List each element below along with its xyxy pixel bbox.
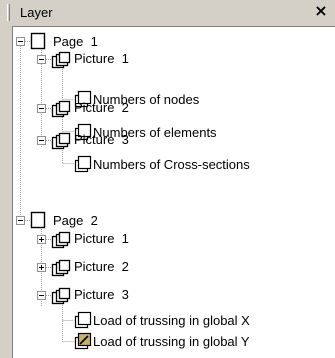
drag-grip-icon[interactable] <box>7 4 10 21</box>
page-icon <box>30 211 46 229</box>
expand-picture-1-icon[interactable] <box>37 235 46 244</box>
collapse-page-1-icon[interactable] <box>16 37 25 46</box>
tree-connector-lines <box>20 41 74 342</box>
layer-icon <box>74 311 92 329</box>
tree-item-numbers-of-cross-sections[interactable]: Numbers of Cross-sections <box>93 157 250 173</box>
picture-icon <box>51 259 71 277</box>
tree-item-page-2-picture-1[interactable]: Picture 1 <box>74 231 129 247</box>
layer-icon <box>74 155 92 173</box>
collapse-picture-1-icon[interactable] <box>37 55 46 64</box>
tree-item-page-2-picture-3[interactable]: Picture 3 <box>74 287 129 303</box>
panel-titlebar[interactable]: Layer × <box>0 0 335 26</box>
close-icon[interactable]: × <box>313 2 329 20</box>
collapse-page-2-icon[interactable] <box>16 216 25 225</box>
tree-item-load-global-y[interactable]: Load of trussing in global Y <box>93 334 250 350</box>
collapse-page-2-picture-3-icon[interactable] <box>37 291 46 300</box>
layer-tree: Page 1 Picture 1 Numbers of nodes Pictur… <box>12 26 335 358</box>
expand-picture-2-icon[interactable] <box>37 263 46 272</box>
layer-panel: Layer × Page 1 Picture 1 Numbers of node… <box>0 0 335 358</box>
tree-item-page-2-picture-2[interactable]: Picture 2 <box>74 259 129 275</box>
edit-layer-icon <box>74 332 92 350</box>
picture-icon <box>51 132 71 150</box>
page-icon <box>30 32 46 50</box>
picture-icon <box>51 287 71 305</box>
tree-item-picture-2[interactable]: Picture 2 <box>74 100 129 116</box>
picture-icon <box>51 51 71 69</box>
collapse-picture-3-icon[interactable] <box>37 136 46 145</box>
tree-item-picture-3[interactable]: Picture 3 <box>74 132 129 148</box>
picture-icon <box>51 231 71 249</box>
picture-icon <box>51 100 71 118</box>
tree-item-page-2[interactable]: Page 2 <box>53 213 98 229</box>
tree-item-load-global-x[interactable]: Load of trussing in global X <box>93 313 250 329</box>
collapse-picture-2-icon[interactable] <box>37 104 46 113</box>
tree-item-page-1[interactable]: Page 1 <box>53 34 98 50</box>
panel-title: Layer <box>20 5 53 20</box>
tree-item-picture-1[interactable]: Picture 1 <box>74 51 129 67</box>
